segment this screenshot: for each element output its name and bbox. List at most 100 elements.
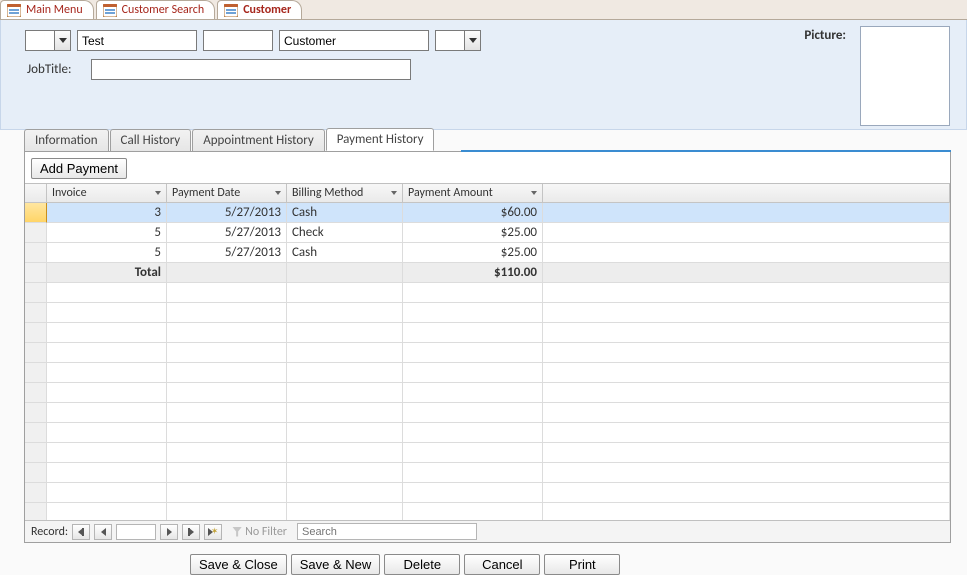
- cell-invoice[interactable]: 5: [47, 243, 167, 263]
- no-filter-label: No Filter: [245, 525, 287, 539]
- doc-tab-label: Customer: [243, 3, 291, 17]
- cell-empty: [543, 283, 950, 303]
- cell-spacer: [543, 203, 950, 223]
- cell-spacer: [543, 223, 950, 243]
- cell-total-date: [167, 263, 287, 283]
- cell-payment-date[interactable]: 5/27/2013: [167, 223, 287, 243]
- row-selector[interactable]: [25, 383, 47, 403]
- cell-empty: [543, 483, 950, 503]
- row-selector[interactable]: [25, 483, 47, 503]
- cell-empty: [47, 503, 167, 520]
- grid-select-all[interactable]: [25, 184, 47, 203]
- doc-tab-strip: Main Menu Customer Search Customer: [0, 0, 967, 20]
- chevron-down-icon[interactable]: [54, 31, 70, 50]
- row-selector[interactable]: [25, 403, 47, 423]
- cell-empty: [167, 403, 287, 423]
- row-selector[interactable]: [25, 443, 47, 463]
- cell-empty: [167, 323, 287, 343]
- row-selector[interactable]: [25, 363, 47, 383]
- row-selector[interactable]: [25, 343, 47, 363]
- sub-tab-strip: Information Call History Appointment His…: [24, 127, 951, 151]
- nav-next-button[interactable]: [160, 524, 178, 540]
- save-new-button[interactable]: Save & New: [291, 554, 381, 575]
- doc-tab-main-menu[interactable]: Main Menu: [0, 0, 94, 19]
- last-name-input[interactable]: [279, 30, 429, 51]
- row-selector[interactable]: [25, 283, 47, 303]
- row-selector[interactable]: [25, 463, 47, 483]
- cell-total-method: [287, 263, 403, 283]
- tab-information[interactable]: Information: [24, 129, 109, 151]
- row-selector[interactable]: [25, 243, 47, 263]
- row-selector[interactable]: [25, 203, 47, 223]
- prefix-combo[interactable]: [25, 30, 71, 51]
- delete-button[interactable]: Delete: [384, 554, 460, 575]
- cell-billing-method[interactable]: Cash: [287, 203, 403, 223]
- form-footer-buttons: Save & Close Save & New Delete Cancel Pr…: [190, 554, 967, 575]
- add-payment-button[interactable]: Add Payment: [31, 158, 127, 179]
- cell-payment-amount[interactable]: $25.00: [403, 223, 543, 243]
- save-close-button[interactable]: Save & Close: [190, 554, 287, 575]
- cell-payment-amount[interactable]: $25.00: [403, 243, 543, 263]
- job-title-label: JobTitle:: [27, 62, 71, 77]
- nav-last-button[interactable]: [182, 524, 200, 540]
- tab-appointment-history[interactable]: Appointment History: [192, 129, 325, 151]
- record-search-input[interactable]: [297, 523, 477, 540]
- nav-new-button[interactable]: ✶: [204, 524, 222, 540]
- row-selector[interactable]: [25, 423, 47, 443]
- no-filter-indicator[interactable]: No Filter: [232, 525, 287, 539]
- tab-call-history[interactable]: Call History: [110, 129, 192, 151]
- col-billing-method[interactable]: Billing Method: [287, 184, 403, 203]
- suffix-combo[interactable]: [435, 30, 481, 51]
- col-payment-amount[interactable]: Payment Amount: [403, 184, 543, 203]
- doc-tab-customer[interactable]: Customer: [217, 0, 302, 19]
- cell-payment-date[interactable]: 5/27/2013: [167, 243, 287, 263]
- cancel-button[interactable]: Cancel: [464, 554, 540, 575]
- form-icon: [224, 4, 238, 17]
- first-name-input[interactable]: [77, 30, 197, 51]
- doc-tab-customer-search[interactable]: Customer Search: [96, 0, 216, 19]
- picture-box[interactable]: [860, 26, 950, 126]
- cell-empty: [403, 463, 543, 483]
- cell-empty: [403, 483, 543, 503]
- col-invoice[interactable]: Invoice: [47, 184, 167, 203]
- col-billing-method-label: Billing Method: [292, 186, 363, 200]
- payment-grid: Invoice Payment Date Billing Method Paym…: [25, 184, 950, 520]
- cell-empty: [543, 443, 950, 463]
- print-button[interactable]: Print: [544, 554, 620, 575]
- cell-empty: [403, 363, 543, 383]
- cell-empty: [287, 303, 403, 323]
- row-selector[interactable]: [25, 503, 47, 520]
- col-payment-date[interactable]: Payment Date: [167, 184, 287, 203]
- row-selector[interactable]: [25, 303, 47, 323]
- cell-invoice[interactable]: 5: [47, 223, 167, 243]
- tab-payment-history[interactable]: Payment History: [326, 128, 435, 151]
- cell-payment-date[interactable]: 5/27/2013: [167, 203, 287, 223]
- row-selector[interactable]: [25, 263, 47, 283]
- nav-first-button[interactable]: [72, 524, 90, 540]
- cell-billing-method[interactable]: Cash: [287, 243, 403, 263]
- cell-empty: [287, 423, 403, 443]
- suffix-input[interactable]: [436, 31, 464, 50]
- cell-empty: [167, 343, 287, 363]
- cell-payment-amount[interactable]: $60.00: [403, 203, 543, 223]
- cell-empty: [543, 363, 950, 383]
- nav-prev-button[interactable]: [94, 524, 112, 540]
- record-current-input[interactable]: [116, 524, 156, 540]
- job-title-input[interactable]: [91, 59, 411, 80]
- chevron-down-icon[interactable]: [464, 31, 480, 50]
- cell-empty: [47, 483, 167, 503]
- col-payment-date-label: Payment Date: [172, 186, 240, 200]
- customer-header: JobTitle: Picture:: [0, 20, 967, 130]
- cell-empty: [287, 363, 403, 383]
- row-selector[interactable]: [25, 323, 47, 343]
- doc-tab-label: Main Menu: [26, 3, 83, 17]
- chevron-down-icon: [391, 191, 397, 195]
- cell-invoice[interactable]: 3: [47, 203, 167, 223]
- cell-empty: [403, 383, 543, 403]
- prefix-input[interactable]: [26, 31, 54, 50]
- row-selector[interactable]: [25, 223, 47, 243]
- cell-empty: [543, 323, 950, 343]
- cell-empty: [47, 443, 167, 463]
- cell-billing-method[interactable]: Check: [287, 223, 403, 243]
- middle-name-input[interactable]: [203, 30, 273, 51]
